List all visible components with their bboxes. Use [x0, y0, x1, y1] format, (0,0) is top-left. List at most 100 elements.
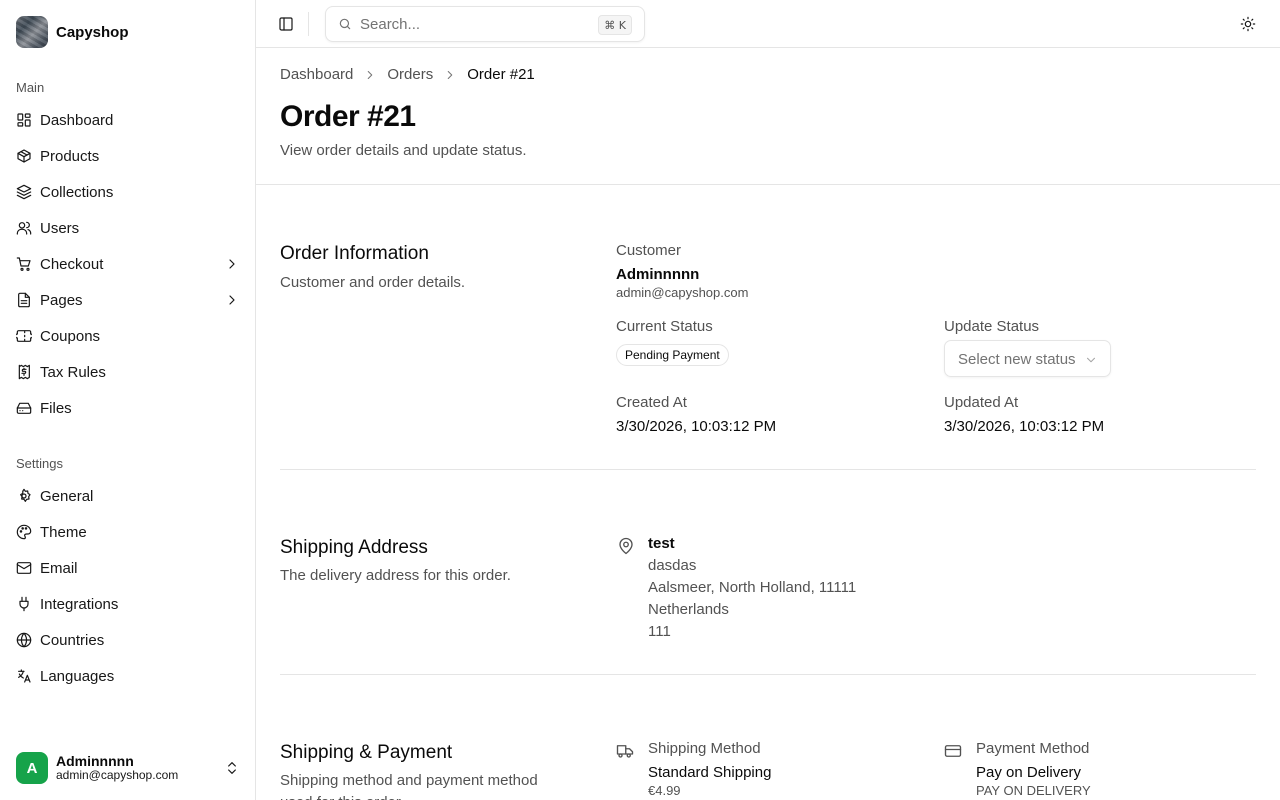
sidebar-item-email[interactable]: Email: [8, 550, 248, 586]
section-title-order-info: Order Information: [280, 243, 429, 264]
map-pin-icon: [617, 537, 635, 555]
divider: [280, 674, 1256, 675]
sidebar-item-label: Dashboard: [40, 111, 114, 129]
chevron-right-icon: [224, 256, 240, 272]
payment-method-code: PAY ON DELIVERY: [976, 783, 1091, 798]
mail-icon: [16, 560, 32, 576]
page-subtitle: View order details and update status.: [280, 142, 527, 159]
sidebar-item-users[interactable]: Users: [8, 210, 248, 246]
layout-dashboard-icon: [16, 112, 32, 128]
sidebar-item-checkout[interactable]: Checkout: [8, 246, 248, 282]
breadcrumb-current: Order #21: [467, 66, 535, 83]
users-icon: [16, 220, 32, 236]
receipt-icon: [16, 364, 32, 380]
search-placeholder: Search...: [360, 16, 421, 33]
settings-group-label: Settings: [16, 456, 63, 471]
user-email: admin@capyshop.com: [56, 768, 179, 783]
search-shortcut: ⌘ K: [598, 15, 632, 35]
sidebar-item-label: Languages: [40, 667, 115, 685]
sidebar-item-countries[interactable]: Countries: [8, 622, 248, 658]
languages-icon: [16, 668, 32, 684]
update-status-select[interactable]: Select new status: [944, 340, 1111, 377]
shipping-method-label: Shipping Method: [648, 740, 761, 757]
divider: [256, 184, 1280, 185]
sidebar-item-label: Tax Rules: [40, 363, 106, 381]
shopping-cart-icon: [16, 256, 32, 272]
palette-icon: [16, 524, 32, 540]
package-icon: [16, 148, 32, 164]
created-at-label: Created At: [616, 394, 687, 411]
plug-icon: [16, 596, 32, 612]
search-input[interactable]: Search... ⌘ K: [325, 6, 645, 42]
current-status-label: Current Status: [616, 318, 713, 335]
sidebar-item-label: Countries: [40, 631, 105, 649]
created-at-value: 3/30/2026, 10:03:12 PM: [616, 418, 777, 435]
address-line: Netherlands: [648, 601, 729, 618]
globe-icon: [16, 632, 32, 648]
breadcrumb-dashboard[interactable]: Dashboard: [280, 66, 353, 83]
select-placeholder: Select new status: [958, 351, 1076, 368]
customer-name: Adminnnnn: [616, 266, 700, 283]
file-text-icon: [16, 292, 32, 308]
chevron-down-icon: [1084, 353, 1098, 367]
sidebar-item-label: Coupons: [40, 327, 101, 345]
brand-logo: [16, 16, 48, 48]
shipping-method-value: Standard Shipping: [648, 764, 772, 781]
search-icon: [338, 17, 354, 33]
settings-nav: General Theme Email Integrations Countri…: [8, 478, 248, 694]
truck-icon: [616, 742, 634, 760]
sidebar-item-coupons[interactable]: Coupons: [8, 318, 248, 354]
sidebar-item-pages[interactable]: Pages: [8, 282, 248, 318]
sidebar: Capyshop Main Dashboard Products Collect…: [0, 0, 256, 800]
sidebar-item-tax-rules[interactable]: Tax Rules: [8, 354, 248, 390]
section-desc-shipping-address: The delivery address for this order.: [280, 567, 511, 584]
sidebar-item-label: Integrations: [40, 595, 119, 613]
sidebar-item-label: Products: [40, 147, 100, 165]
payment-method-label: Payment Method: [976, 740, 1090, 757]
sidebar-item-label: Checkout: [40, 255, 104, 273]
address-name: test: [648, 535, 675, 552]
updated-at-label: Updated At: [944, 394, 1019, 411]
sidebar-item-collections[interactable]: Collections: [8, 174, 248, 210]
user-name: Adminnnnn: [56, 753, 134, 770]
sidebar-item-label: Theme: [40, 523, 87, 541]
sidebar-item-label: Email: [40, 559, 78, 577]
sidebar-item-label: Users: [40, 219, 80, 237]
breadcrumb-orders[interactable]: Orders: [387, 66, 433, 83]
sidebar-item-label: Collections: [40, 183, 114, 201]
section-title-shipping-payment: Shipping & Payment: [280, 742, 453, 763]
ticket-icon: [16, 328, 32, 344]
breadcrumb: Dashboard Orders Order #21: [280, 66, 535, 83]
brand[interactable]: Capyshop: [16, 16, 129, 48]
customer-label: Customer: [616, 242, 682, 259]
divider: [280, 469, 1256, 470]
topbar-divider: [308, 12, 309, 36]
main-nav: Dashboard Products Collections Users Che…: [8, 102, 248, 426]
chevron-right-icon: [363, 68, 377, 82]
address-line: 111: [648, 623, 671, 640]
chevrons-up-down-icon: [224, 760, 240, 776]
user-menu[interactable]: A Adminnnnn admin@capyshop.com: [16, 752, 240, 784]
brand-name: Capyshop: [56, 23, 129, 41]
sun-icon[interactable]: [1240, 16, 1256, 32]
panel-left-icon[interactable]: [278, 16, 294, 32]
address-line: Aalsmeer, North Holland, 11111: [648, 579, 857, 596]
main-group-label: Main: [16, 80, 45, 95]
page-title: Order #21: [280, 100, 416, 133]
sidebar-item-label: Pages: [40, 291, 83, 309]
sidebar-item-integrations[interactable]: Integrations: [8, 586, 248, 622]
sidebar-item-dashboard[interactable]: Dashboard: [8, 102, 248, 138]
section-title-shipping-address: Shipping Address: [280, 537, 428, 558]
sidebar-item-label: Files: [40, 399, 72, 417]
settings-icon: [16, 488, 32, 504]
avatar: A: [16, 752, 48, 784]
chevron-right-icon: [224, 292, 240, 308]
sidebar-item-files[interactable]: Files: [8, 390, 248, 426]
sidebar-item-theme[interactable]: Theme: [8, 514, 248, 550]
topbar: Search... ⌘ K: [256, 0, 1280, 48]
hard-drive-icon: [16, 400, 32, 416]
sidebar-item-languages[interactable]: Languages: [8, 658, 248, 694]
sidebar-item-products[interactable]: Products: [8, 138, 248, 174]
payment-method-value: Pay on Delivery: [976, 764, 1082, 781]
sidebar-item-general[interactable]: General: [8, 478, 248, 514]
